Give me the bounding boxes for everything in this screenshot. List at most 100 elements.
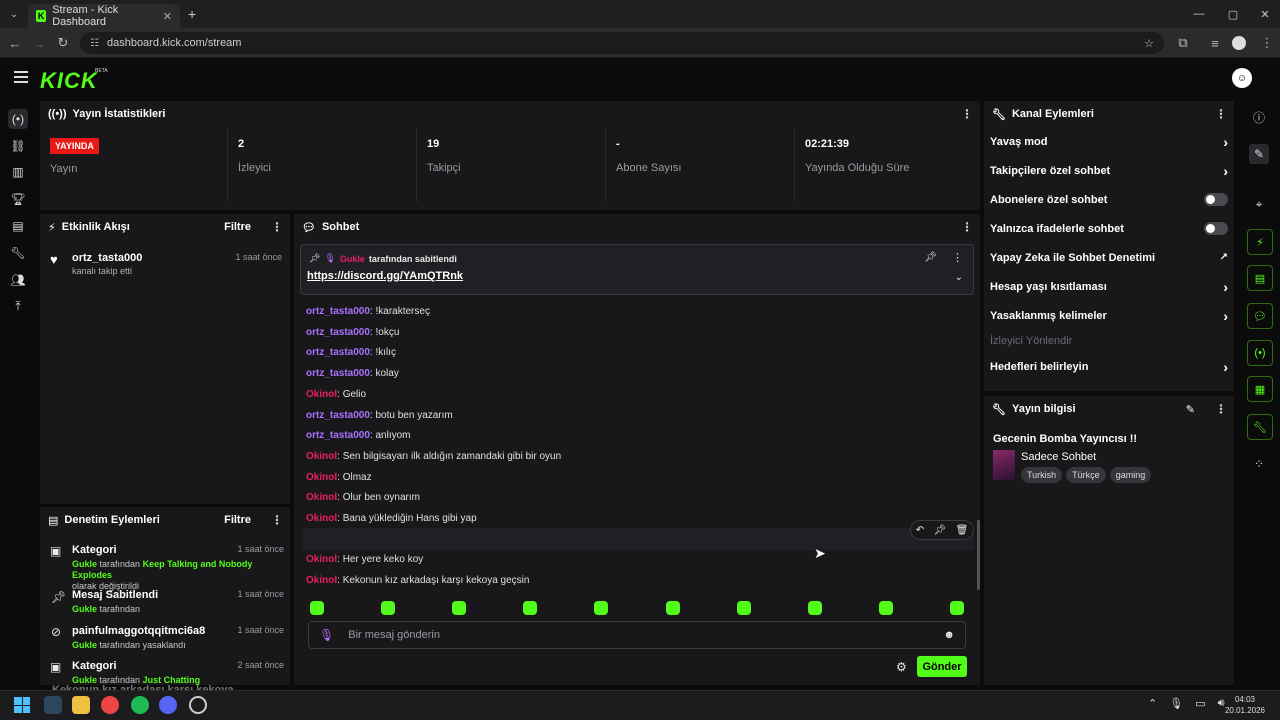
channel-action-item[interactable]: Yalnızca ifadelerle sohbet [990, 214, 1228, 243]
activity-filter-button[interactable]: Filtre [224, 221, 251, 233]
mod-user[interactable]: Gukle [72, 640, 97, 650]
pin-message-icon[interactable]: 📌︎ [933, 525, 946, 536]
chat-username[interactable]: ortz_tasta000 [306, 327, 370, 338]
layout-toggle-icon[interactable]: ▦ [1247, 376, 1273, 402]
channel-action-item[interactable]: Takipçilere özel sohbet › [990, 156, 1228, 185]
layout-nav-icon[interactable]: ▤ [8, 216, 28, 236]
activity-more-icon[interactable]: ⋮ [271, 220, 283, 234]
new-tab-icon[interactable]: + [188, 6, 196, 22]
channel-actions-more-icon[interactable]: ⋮ [1215, 107, 1227, 121]
channel-action-item[interactable]: Yapay Zeka ile Sohbet Denetimi ↗ [990, 243, 1228, 272]
chevron-right-icon[interactable]: › [1223, 134, 1228, 150]
stats-more-icon[interactable]: ⋮ [961, 107, 973, 121]
chevron-right-icon[interactable]: › [1223, 359, 1228, 375]
site-info-icon[interactable]: ☷ [90, 38, 99, 49]
chevron-right-icon[interactable]: › [1223, 163, 1228, 179]
chat-input[interactable]: 🎙︎ Bir mesaj gönderin ☻ [308, 621, 966, 649]
kick-logo[interactable]: KICK [40, 68, 98, 94]
chat-scrollbar[interactable] [977, 520, 980, 590]
reload-icon[interactable]: ↻ [54, 34, 72, 52]
reply-icon[interactable]: ↶ [916, 525, 924, 536]
minimize-icon[interactable]: — [1188, 4, 1210, 24]
tab-list-icon[interactable]: ⌄ [4, 4, 24, 24]
emote-icon[interactable] [381, 601, 395, 615]
tray-display-icon[interactable]: ▭ [1195, 697, 1205, 710]
upload-nav-icon[interactable]: ⤒ [8, 296, 28, 316]
tray-mic-icon[interactable]: 🎙︎ [1169, 697, 1183, 710]
emote-icon[interactable] [452, 601, 466, 615]
external-link-icon[interactable]: ↗ [1220, 252, 1228, 263]
pinned-more-icon[interactable]: ⋮ [952, 251, 963, 264]
pinned-by-user[interactable]: Gukle [340, 254, 365, 264]
user-avatar[interactable]: ☺ [1232, 68, 1252, 88]
edit-pencil-icon[interactable]: ✎ [1186, 403, 1195, 416]
chrome-icon[interactable] [101, 696, 119, 714]
stream-category[interactable]: Sadece Sohbet [1021, 451, 1096, 463]
profile-avatar-icon[interactable] [1232, 36, 1246, 50]
close-window-icon[interactable]: ✕ [1254, 4, 1276, 24]
chevron-right-icon[interactable]: › [1223, 279, 1228, 295]
chat-username[interactable]: Okinol [306, 554, 337, 565]
chat-username[interactable]: Okinol [306, 513, 337, 524]
extensions-icon[interactable]: ⧉ [1174, 34, 1192, 52]
activity-toggle-icon[interactable]: ⚡︎ [1247, 229, 1273, 255]
stream-toggle-icon[interactable]: (•) [1247, 340, 1273, 366]
delete-icon[interactable]: 🗑︎ [956, 525, 969, 536]
chat-username[interactable]: ortz_tasta000 [306, 306, 370, 317]
tray-chevron-icon[interactable]: ⌃ [1148, 697, 1157, 710]
chat-username[interactable]: ortz_tasta000 [306, 430, 370, 441]
chat-username[interactable]: Okinol [306, 389, 337, 400]
emote-icon[interactable] [737, 601, 751, 615]
chat-settings-gear-icon[interactable]: ⚙ [896, 660, 907, 674]
emote-icon[interactable] [879, 601, 893, 615]
expand-chevron-icon[interactable]: ⌄ [955, 272, 963, 283]
spotify-icon[interactable] [131, 696, 149, 714]
browser-tab[interactable]: K Stream - Kick Dashboard ✕ [28, 4, 180, 28]
send-button[interactable]: Gönder [917, 656, 967, 677]
link-nav-icon[interactable]: ⛓ [8, 136, 28, 156]
emote-icon[interactable] [950, 601, 964, 615]
bookmark-star-icon[interactable]: ☆ [1144, 37, 1154, 50]
mod-user[interactable]: Gukle [72, 604, 97, 614]
moderation-toggle-icon[interactable]: ▤ [1247, 265, 1273, 291]
media-control-icon[interactable]: ≡ [1206, 34, 1224, 52]
tools-toggle-icon[interactable]: 🔧︎ [1247, 414, 1273, 440]
clock[interactable]: 04:03 20.01.2026 [1220, 694, 1270, 716]
chat-username[interactable]: ortz_tasta000 [306, 347, 370, 358]
emoji-icon[interactable]: ☻ [943, 629, 955, 641]
chevron-right-icon[interactable]: › [1223, 308, 1228, 324]
toggle-switch[interactable] [1204, 193, 1228, 206]
emote-icon[interactable] [666, 601, 680, 615]
back-icon[interactable]: ← [6, 34, 24, 52]
stream-nav-icon[interactable]: (•) [8, 109, 28, 129]
info-icon[interactable]: ⓘ [1249, 107, 1269, 127]
url-field[interactable]: ☷ dashboard.kick.com/stream ☆ [80, 32, 1164, 54]
chat-username[interactable]: Okinol [306, 575, 337, 586]
channel-action-item[interactable]: Yavaş mod › [990, 127, 1228, 156]
chat-more-icon[interactable]: ⋮ [961, 220, 973, 234]
analytics-nav-icon[interactable]: ▥ [8, 162, 28, 182]
edit-icon[interactable]: ✎ [1249, 144, 1269, 164]
channel-action-item[interactable]: Yasaklanmış kelimeler › [990, 301, 1228, 330]
channel-action-item[interactable]: Abonelere özel sohbet [990, 185, 1228, 214]
mod-user[interactable]: Gukle [72, 559, 97, 569]
emote-icon[interactable] [808, 601, 822, 615]
maximize-icon[interactable]: ▢ [1222, 4, 1244, 24]
moderation-filter-button[interactable]: Filtre [224, 514, 251, 526]
obs-icon[interactable] [189, 696, 207, 714]
chat-toggle-icon[interactable]: 💬︎ [1247, 303, 1273, 329]
unpin-icon[interactable]: 📌︎ [924, 252, 937, 263]
file-explorer-icon[interactable] [72, 696, 90, 714]
apps-icon[interactable]: ⁘ [1249, 454, 1269, 474]
channel-action-item[interactable]: Hesap yaşı kısıtlaması › [990, 272, 1228, 301]
steam-icon[interactable] [44, 696, 62, 714]
focus-icon[interactable]: ⌖ [1249, 194, 1269, 214]
chat-username[interactable]: Okinol [306, 492, 337, 503]
browser-menu-icon[interactable]: ⋮ [1258, 34, 1276, 52]
chat-username[interactable]: Okinol [306, 451, 337, 462]
emote-icon[interactable] [594, 601, 608, 615]
hamburger-menu-icon[interactable] [14, 71, 28, 83]
forward-icon[interactable]: → [30, 34, 48, 52]
chat-username[interactable]: ortz_tasta000 [306, 368, 370, 379]
windows-start-icon[interactable] [14, 697, 30, 713]
